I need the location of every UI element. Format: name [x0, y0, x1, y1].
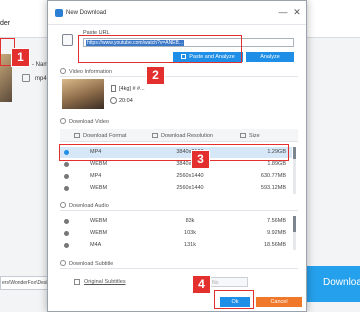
step-badge-2: 2 — [146, 66, 165, 85]
video-duration: 20:04 — [119, 98, 133, 104]
row-format: M4A — [90, 242, 102, 248]
close-icon[interactable]: ✕ — [291, 7, 303, 19]
background-download-button[interactable]: Download — [305, 266, 360, 302]
video-icon — [60, 118, 66, 124]
dialog-title: New Download — [66, 10, 107, 16]
original-subtitles-checkbox[interactable] — [74, 279, 80, 285]
download-video-label: Download Video — [69, 119, 109, 125]
audio-row[interactable]: WEBM 83k 7.56MB — [60, 216, 292, 227]
original-subtitles-label[interactable]: Original Subtitles — [84, 279, 126, 285]
radio-button[interactable] — [64, 174, 69, 179]
row-format: WEBM — [90, 161, 108, 167]
video-row[interactable]: MP4 2560x1440 630.77MB — [60, 171, 292, 182]
minimize-icon[interactable]: — — [277, 7, 289, 19]
subtitle-select[interactable]: No — [208, 277, 248, 287]
step-badge-4: 4 — [192, 275, 211, 294]
row-bitrate: 83k — [185, 218, 195, 224]
background-app-title: der — [0, 20, 11, 27]
download-video-heading: Download Video — [60, 118, 109, 125]
row-size: 7.56MB — [267, 218, 286, 224]
row-bitrate: 131k — [184, 242, 196, 248]
video-thumbnail — [62, 79, 104, 109]
cancel-button[interactable]: Cancel — [256, 297, 302, 307]
analyze-button[interactable]: Analyze — [246, 52, 294, 62]
app-logo-icon — [55, 9, 63, 17]
row-size: 630.77MB — [260, 173, 286, 179]
video-information-heading: Video Information — [60, 68, 112, 75]
radio-button[interactable] — [64, 231, 69, 236]
column-format: Download Format — [74, 133, 126, 139]
video-table-header: Download Format Download Resolution Size — [60, 129, 298, 142]
radio-button[interactable] — [64, 219, 69, 224]
subtitle-icon — [60, 260, 66, 266]
video-row[interactable]: WEBM 2560x1440 593.12MB — [60, 183, 292, 194]
file-icon — [111, 85, 116, 92]
row-format: MP4 — [90, 173, 102, 179]
scrollbar-thumb[interactable] — [293, 147, 296, 159]
scrollbar-thumb[interactable] — [293, 216, 296, 232]
row-size: 9.92MB — [267, 230, 286, 236]
row-size: 18.56MB — [263, 242, 286, 248]
annotation-box-4 — [214, 290, 254, 309]
row-size: 593.12MB — [260, 185, 286, 191]
clock-icon — [110, 97, 117, 104]
row-bitrate: 103k — [184, 230, 196, 236]
radio-button[interactable] — [64, 162, 69, 167]
audio-row[interactable]: WEBM 103k 9.92MB — [60, 228, 292, 239]
divider — [60, 268, 298, 269]
row-size: 1.89GB — [267, 161, 286, 167]
video-information-label: Video Information — [69, 69, 113, 75]
column-resolution: Download Resolution — [152, 133, 213, 139]
resolution-column-icon — [152, 133, 158, 138]
row-format: WEBM — [90, 218, 108, 224]
download-subtitle-heading: Download Subtitle — [60, 260, 113, 267]
annotation-box-3 — [59, 144, 289, 161]
column-format-label: Download Format — [83, 133, 127, 139]
link-icon — [62, 34, 73, 46]
audio-icon — [60, 202, 66, 208]
radio-button[interactable] — [64, 186, 69, 191]
format-column-icon — [74, 133, 80, 138]
download-audio-heading: Download Audio — [60, 202, 109, 209]
audio-list-scrollbar[interactable] — [293, 216, 296, 250]
video-title: [4kg] # #... — [119, 86, 145, 92]
download-audio-label: Download Audio — [69, 203, 109, 209]
row-format: WEBM — [90, 185, 108, 191]
dialog-titlebar: New Download — ✕ — [48, 1, 306, 25]
background-item-format: mp4 — [35, 76, 47, 82]
row-resolution: 2560x1440 — [176, 173, 204, 179]
info-icon — [60, 68, 66, 74]
column-resolution-label: Download Resolution — [161, 133, 213, 139]
audio-row[interactable]: M4A 131k 18.56MB — [60, 240, 292, 251]
annotation-box-2 — [78, 35, 242, 63]
row-resolution: 2560x1440 — [176, 185, 204, 191]
size-column-icon — [240, 133, 246, 138]
step-badge-3: 3 — [191, 150, 210, 169]
divider — [60, 210, 298, 211]
radio-button[interactable] — [64, 243, 69, 248]
download-subtitle-label: Download Subtitle — [69, 261, 114, 267]
divider — [60, 76, 298, 77]
column-size-label: Size — [249, 133, 260, 139]
video-list-scrollbar[interactable] — [293, 147, 296, 194]
row-format: WEBM — [90, 230, 108, 236]
row-resolution: 3840x2160 — [176, 161, 204, 167]
step-badge-1: 1 — [11, 48, 30, 67]
column-size: Size — [240, 133, 260, 139]
format-icon — [22, 74, 30, 82]
save-path-field[interactable]: ers\WonderFox\Deskt — [0, 276, 54, 290]
